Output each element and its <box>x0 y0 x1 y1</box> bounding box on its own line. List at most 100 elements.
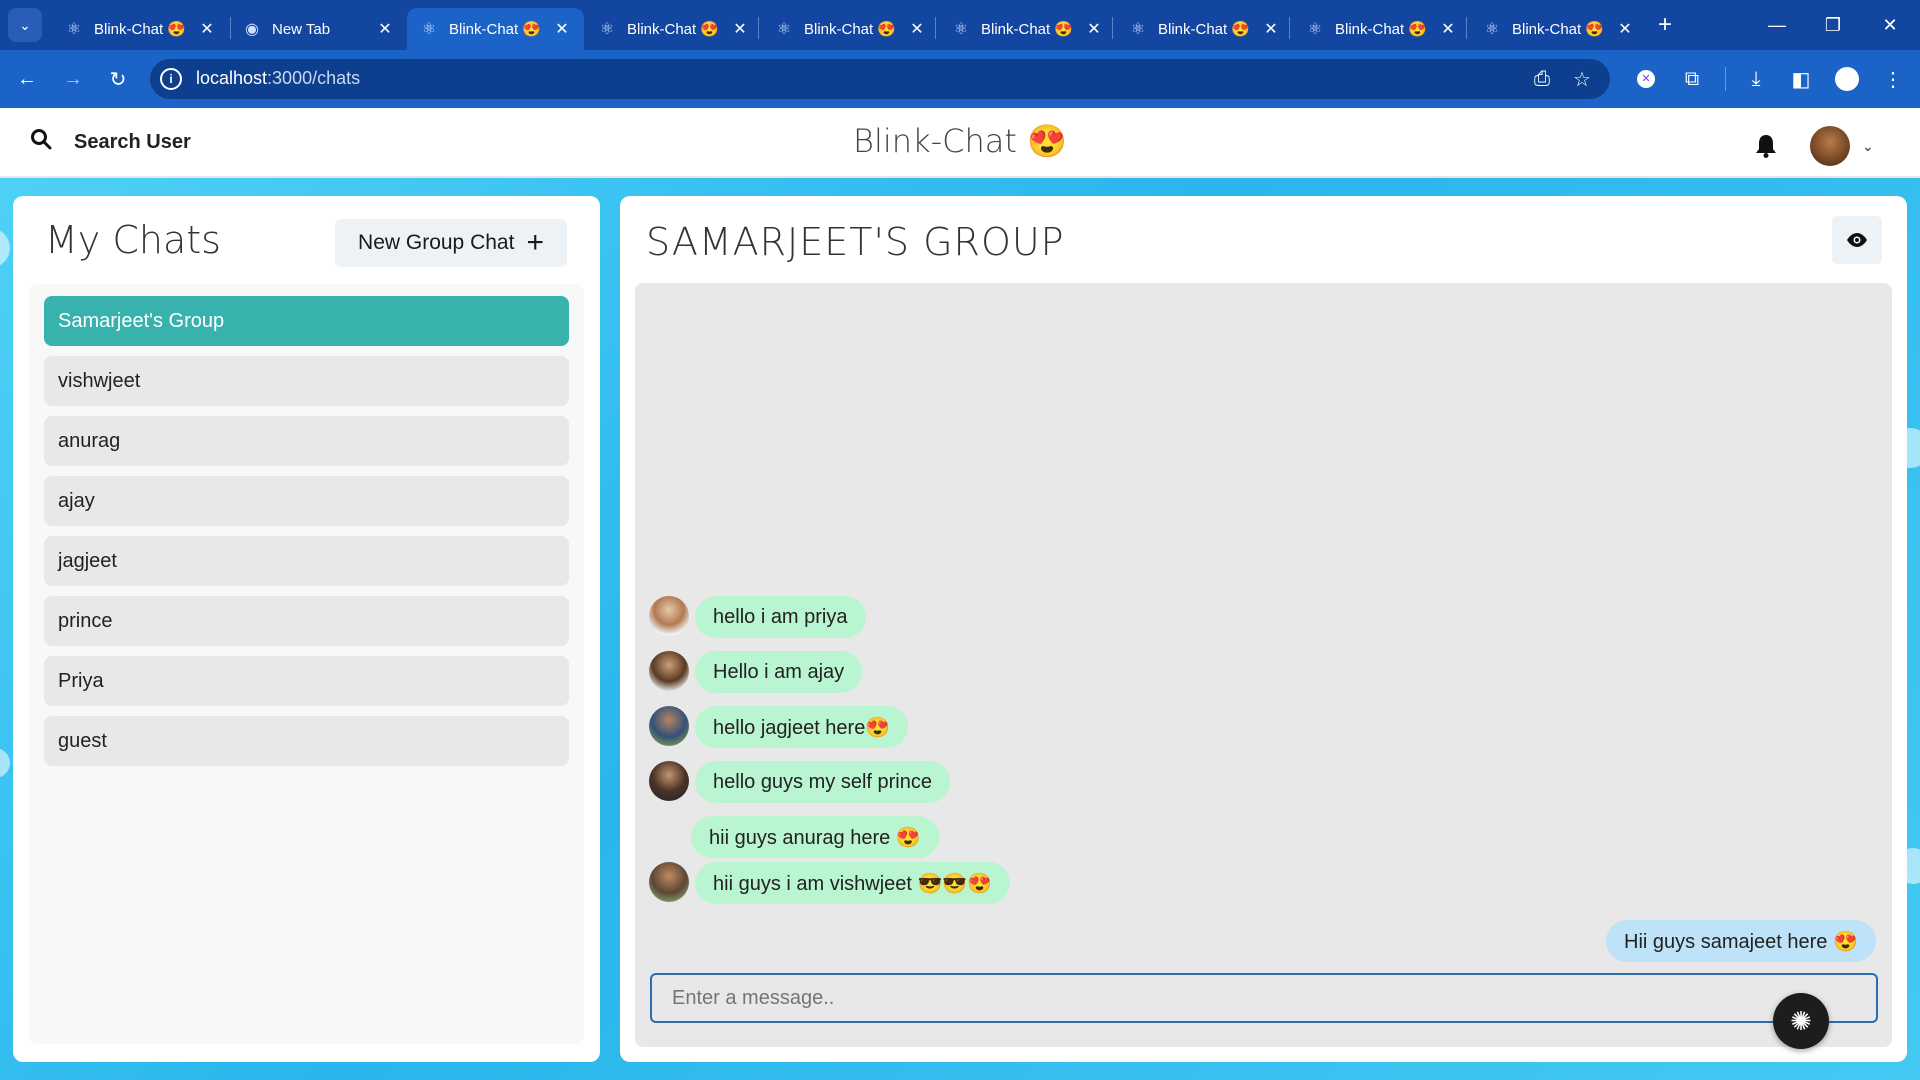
message-text: Hii guys samajeet here 😍 <box>1624 930 1858 953</box>
conversation-panel: SAMARJEET'S GROUP hello i am priya Hello… <box>620 196 1907 1062</box>
message-bubble: hii guys anurag here 😍 <box>691 816 939 858</box>
sender-avatar-vishwjeet[interactable] <box>649 862 689 902</box>
chat-item-anurag[interactable]: anurag <box>44 416 569 466</box>
chat-item-ajay[interactable]: ajay <box>44 476 569 526</box>
chat-item-label: guest <box>58 729 107 752</box>
new-group-chat-button[interactable]: New Group Chat + <box>335 219 567 267</box>
browser-tab[interactable]: ⚛ Blink-Chat 😍 ✕ <box>762 8 939 50</box>
tab-title: Blink-Chat 😍 <box>1512 21 1605 38</box>
react-icon: ⚛ <box>599 21 615 38</box>
chat-item-samarjeets-group[interactable]: Samarjeet's Group <box>44 296 569 346</box>
react-icon: ⚛ <box>776 21 792 38</box>
message-text: hello i am priya <box>713 605 848 628</box>
sender-avatar-jagjeet[interactable] <box>649 706 689 746</box>
browser-tab[interactable]: ⚛ Blink-Chat 😍 ✕ <box>1116 8 1293 50</box>
view-group-eye-icon[interactable] <box>1832 216 1882 264</box>
react-icon: ⚛ <box>1484 21 1500 38</box>
forward-arrow-icon[interactable]: → <box>56 62 90 96</box>
avatar <box>1810 126 1850 166</box>
react-icon: ⚛ <box>1307 21 1323 38</box>
tab-title: New Tab <box>272 20 331 38</box>
message-text: hello guys my self prince <box>713 770 932 793</box>
sender-avatar-prince[interactable] <box>649 761 689 801</box>
message-text: hii guys anurag here 😍 <box>709 826 921 849</box>
new-tab-plus-icon[interactable]: + <box>1650 10 1680 40</box>
message-bubble: hello jagjeet here😍 <box>695 706 909 748</box>
message-bubble: Hello i am ajay <box>695 651 863 693</box>
tab-title: Blink-Chat 😍 <box>449 21 542 38</box>
download-icon[interactable]: ⤓ <box>1741 64 1771 94</box>
chat-item-guest[interactable]: guest <box>44 716 569 766</box>
minimize-icon[interactable]: — <box>1757 10 1797 40</box>
close-icon[interactable]: ✕ <box>1615 19 1635 39</box>
close-icon[interactable]: ✕ <box>552 19 572 39</box>
react-icon: ⚛ <box>66 21 82 38</box>
tab-title: Blink-Chat 😍 <box>94 21 187 38</box>
reload-icon[interactable]: ↻ <box>101 62 135 96</box>
chat-item-label: ajay <box>58 489 95 512</box>
url-text[interactable]: localhost:3000/chats <box>196 68 360 89</box>
app-background: Search User Blink-Chat 😍 ⌄ My Chats New … <box>0 108 1920 1080</box>
app-header: Search User Blink-Chat 😍 ⌄ <box>0 108 1920 178</box>
extension-circle-icon[interactable]: ✕ <box>1631 64 1661 94</box>
restore-icon[interactable]: ❐ <box>1813 10 1853 40</box>
browser-tab[interactable]: ⚛ Blink-Chat 😍 ✕ <box>585 8 762 50</box>
browser-tab[interactable]: ⚛ Blink-Chat 😍 ✕ <box>52 8 229 50</box>
chatgpt-assistant-icon[interactable]: ✺ <box>1773 993 1829 1049</box>
browser-tab[interactable]: ⚛ Blink-Chat 😍 ✕ <box>1470 8 1647 50</box>
chat-item-jagjeet[interactable]: jagjeet <box>44 536 569 586</box>
chat-item-label: jagjeet <box>58 549 117 572</box>
app-brand-title: Blink-Chat 😍 <box>853 122 1067 160</box>
profile-menu-button[interactable]: ⌄ <box>1810 126 1874 166</box>
tab-title: Blink-Chat 😍 <box>1158 21 1251 38</box>
address-bar[interactable] <box>150 59 1610 99</box>
chat-item-label: prince <box>58 609 113 632</box>
browser-tab[interactable]: ◉ New Tab ✕ <box>230 8 407 50</box>
message-bubble: hii guys i am vishwjeet 😎😎😍 <box>695 862 1011 904</box>
message-bubble: hello i am priya <box>695 596 866 638</box>
notification-bell-icon[interactable] <box>1750 130 1782 162</box>
chat-item-label: Samarjeet's Group <box>58 309 225 332</box>
install-app-icon[interactable]: ⎙ <box>1527 64 1557 94</box>
tab-search-chevron-icon[interactable]: ⌄ <box>8 8 42 42</box>
browser-tab-active[interactable]: ⚛ Blink-Chat 😍 ✕ <box>407 8 584 50</box>
close-icon[interactable]: ✕ <box>907 19 927 39</box>
chat-item-label: anurag <box>58 429 121 452</box>
sender-avatar-priya[interactable] <box>649 596 689 636</box>
close-icon[interactable]: ✕ <box>1438 19 1458 39</box>
my-chats-title: My Chats <box>45 218 221 262</box>
new-group-chat-label: New Group Chat <box>358 231 515 254</box>
window-close-icon[interactable]: ✕ <box>1870 10 1910 40</box>
browser-tab[interactable]: ⚛ Blink-Chat 😍 ✕ <box>1293 8 1470 50</box>
browser-menu-icon[interactable]: ⋮ <box>1878 64 1908 94</box>
url-path: :3000/chats <box>267 68 361 88</box>
side-panel-icon[interactable]: ◧ <box>1786 64 1816 94</box>
back-arrow-icon[interactable]: ← <box>10 62 44 96</box>
browser-tab-strip: ⌄ ⚛ Blink-Chat 😍 ✕ ◉ New Tab ✕ ⚛ Blink-C… <box>0 0 1920 50</box>
chevron-down-icon: ⌄ <box>1862 137 1874 154</box>
browser-tab[interactable]: ⚛ Blink-Chat 😍 ✕ <box>939 8 1116 50</box>
close-icon[interactable]: ✕ <box>375 19 395 39</box>
site-info-icon[interactable]: i <box>160 68 182 90</box>
chat-item-label: Priya <box>58 669 104 692</box>
close-icon[interactable]: ✕ <box>197 19 217 39</box>
conversation-title: SAMARJEET'S GROUP <box>646 220 1065 264</box>
close-icon[interactable]: ✕ <box>1261 19 1281 39</box>
message-text: hello jagjeet here😍 <box>713 716 891 739</box>
react-icon: ⚛ <box>1130 21 1146 38</box>
tab-title: Blink-Chat 😍 <box>627 21 720 38</box>
extensions-puzzle-icon[interactable]: ⧉ <box>1677 64 1707 94</box>
profile-icon[interactable] <box>1832 64 1862 94</box>
message-input[interactable] <box>650 973 1878 1023</box>
chat-item-priya[interactable]: Priya <box>44 656 569 706</box>
close-icon[interactable]: ✕ <box>1084 19 1104 39</box>
message-area: hello i am priya Hello i am ajay hello j… <box>635 283 1892 1047</box>
chat-item-prince[interactable]: prince <box>44 596 569 646</box>
chat-item-vishwjeet[interactable]: vishwjeet <box>44 356 569 406</box>
message-text: Hello i am ajay <box>713 660 845 683</box>
close-icon[interactable]: ✕ <box>730 19 750 39</box>
tab-title: Blink-Chat 😍 <box>1335 21 1428 38</box>
bookmark-star-icon[interactable]: ☆ <box>1567 64 1597 94</box>
chrome-icon: ◉ <box>245 21 259 38</box>
sender-avatar-ajay[interactable] <box>649 651 689 691</box>
